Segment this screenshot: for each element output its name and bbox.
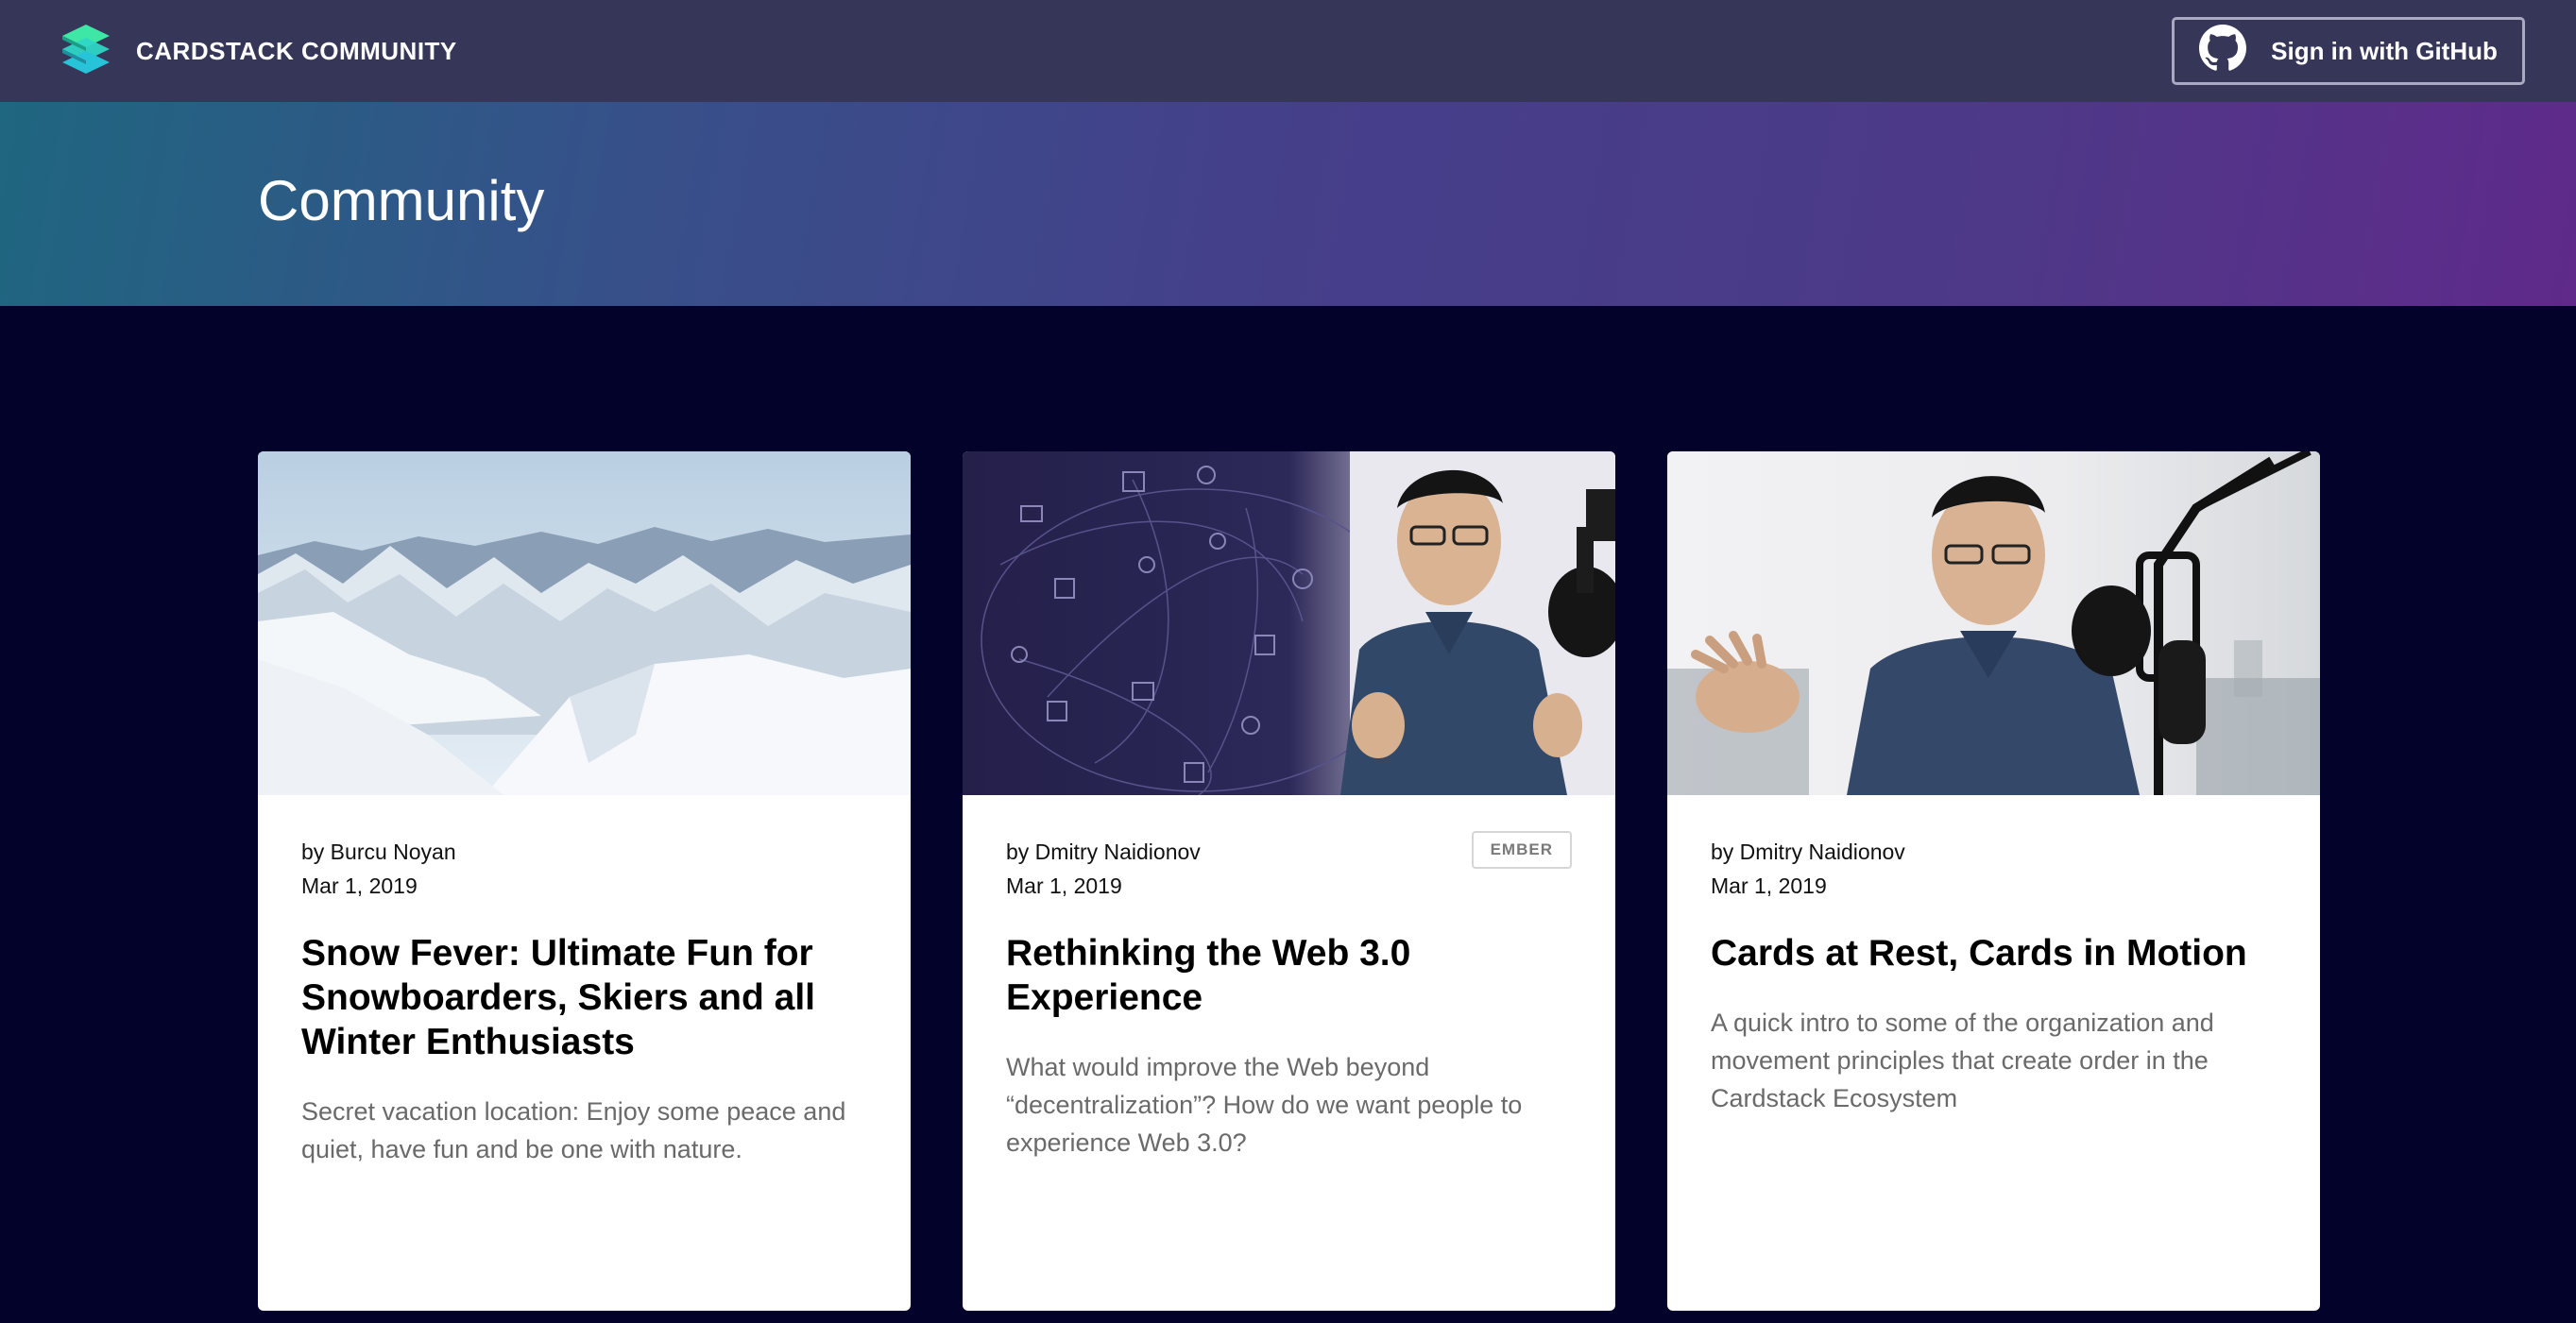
sign-in-label: Sign in with GitHub — [2271, 36, 2498, 65]
card-date: Mar 1, 2019 — [1006, 874, 1122, 898]
card-body: by Burcu Noyan Mar 1, 2019 Snow Fever: U… — [258, 795, 911, 1168]
hero-banner: Community — [0, 102, 2576, 306]
article-card-snow-fever[interactable]: by Burcu Noyan Mar 1, 2019 Snow Fever: U… — [258, 451, 911, 1311]
card-date: Mar 1, 2019 — [301, 874, 418, 898]
card-title[interactable]: Cards at Rest, Cards in Motion — [1711, 931, 2277, 975]
card-grid: by Burcu Noyan Mar 1, 2019 Snow Fever: U… — [258, 451, 2320, 1311]
card-author: by Dmitry Naidionov — [1711, 840, 1905, 864]
brand[interactable]: CARDSTACK COMMUNITY — [60, 23, 457, 80]
article-card-cards-at-rest[interactable]: by Dmitry Naidionov Mar 1, 2019 Cards at… — [1667, 451, 2320, 1311]
category-tag[interactable]: EMBER — [1471, 831, 1572, 869]
card-description: Secret vacation location: Enjoy some pea… — [301, 1097, 846, 1163]
brand-name: CARDSTACK COMMUNITY — [136, 36, 457, 65]
article-card-web3[interactable]: by Dmitry Naidionov Mar 1, 2019 EMBER Re… — [963, 451, 1615, 1311]
card-date: Mar 1, 2019 — [1711, 874, 1827, 898]
cardstack-logo-icon — [60, 23, 111, 80]
sign-in-with-github-button[interactable]: Sign in with GitHub — [2172, 17, 2525, 85]
card-author: by Burcu Noyan — [301, 840, 456, 864]
page-title: Community — [258, 169, 545, 232]
speaker-with-network-diagram-photo — [963, 451, 1615, 795]
card-title[interactable]: Snow Fever: Ultimate Fun for Snowboarder… — [301, 931, 867, 1064]
card-title[interactable]: Rethinking the Web 3.0 Experience — [1006, 931, 1572, 1020]
card-body: by Dmitry Naidionov Mar 1, 2019 EMBER Re… — [963, 795, 1615, 1162]
card-body: by Dmitry Naidionov Mar 1, 2019 Cards at… — [1667, 795, 2320, 1117]
snowy-mountains-photo — [258, 451, 911, 795]
card-description: A quick intro to some of the organizatio… — [1711, 1009, 2214, 1112]
top-navigation-bar: CARDSTACK COMMUNITY Sign in with GitHub — [0, 0, 2576, 102]
github-icon — [2199, 24, 2247, 78]
speaker-with-microphone-photo — [1667, 451, 2320, 795]
card-description: What would improve the Web beyond “decen… — [1006, 1053, 1523, 1157]
